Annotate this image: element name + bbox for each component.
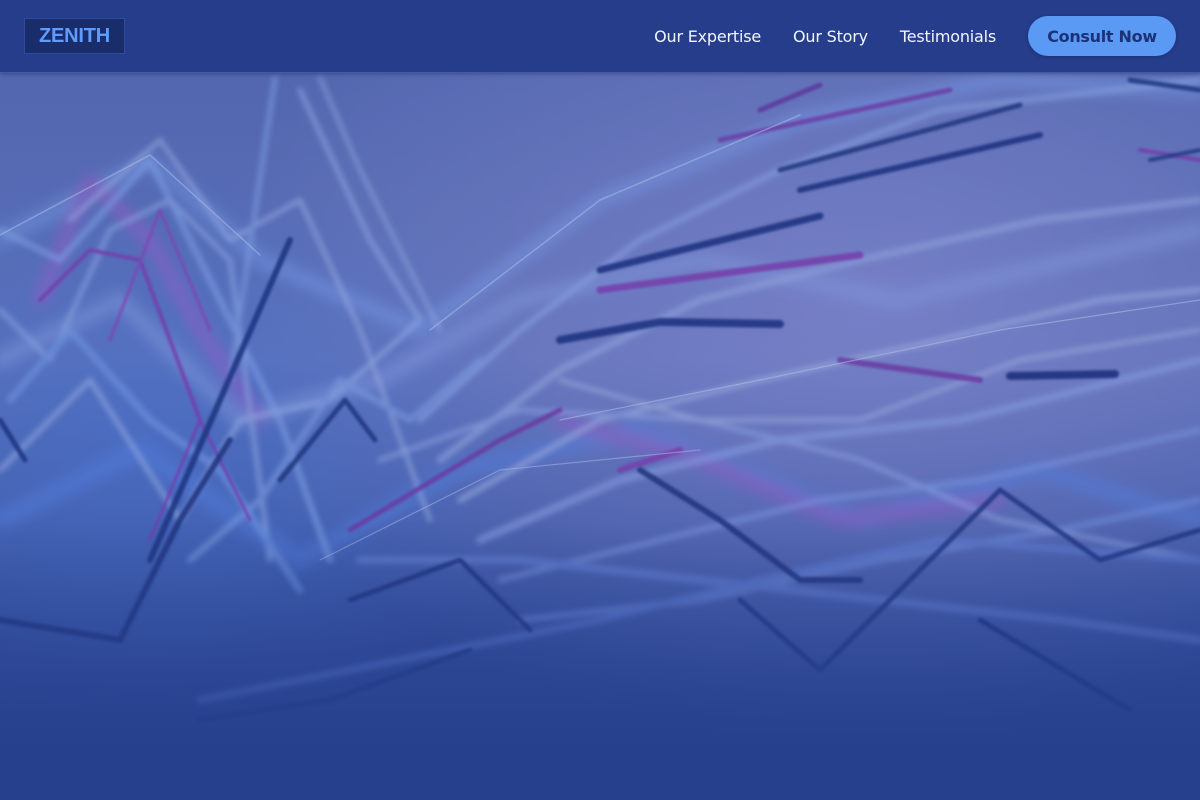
main-nav: Our Expertise Our Story Testimonials (654, 0, 996, 72)
brand-logo[interactable]: ZENITH (24, 18, 125, 54)
landing-page: ZENITH Our Expertise Our Story Testimoni… (0, 0, 1200, 800)
nav-link-testimonials[interactable]: Testimonials (900, 27, 996, 46)
nav-link-our-expertise[interactable]: Our Expertise (654, 27, 761, 46)
consult-now-button[interactable]: Consult Now (1028, 16, 1176, 56)
hero-background-image (0, 0, 1200, 800)
site-header: ZENITH Our Expertise Our Story Testimoni… (0, 0, 1200, 73)
nav-link-our-story[interactable]: Our Story (793, 27, 868, 46)
